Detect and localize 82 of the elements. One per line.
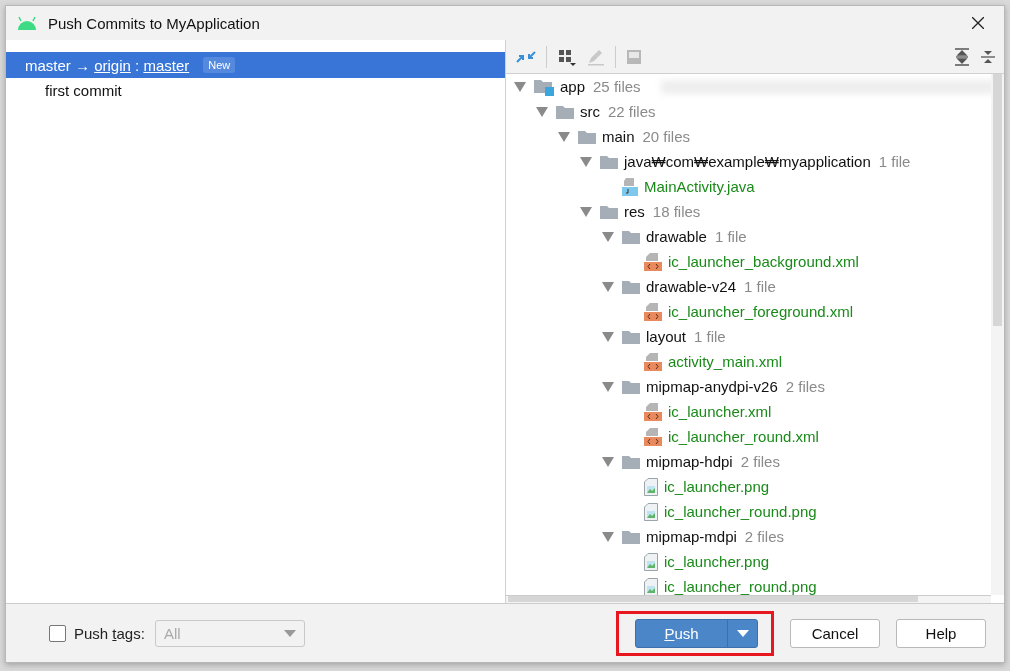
folder-name[interactable]: java₩com₩example₩myapplication xyxy=(624,153,871,170)
folder-name[interactable]: src xyxy=(580,103,600,120)
file-count: 1 file xyxy=(694,328,726,345)
file-name[interactable]: ic_launcher_round.xml xyxy=(668,428,819,445)
image-file-icon xyxy=(644,502,658,521)
folder-icon xyxy=(578,128,596,145)
file-count: 18 files xyxy=(652,203,701,220)
expanded-arrow-icon[interactable] xyxy=(514,81,526,92)
file-count: 1 file xyxy=(744,278,776,295)
horizontal-scrollbar[interactable] xyxy=(506,595,991,603)
file-count: 1 file xyxy=(878,153,911,170)
file-name[interactable]: ic_launcher.png xyxy=(664,478,770,495)
folder-name[interactable]: app xyxy=(560,78,586,95)
folder-icon xyxy=(622,378,640,395)
close-icon[interactable] xyxy=(972,17,984,29)
module-folder-icon xyxy=(534,77,554,96)
android-icon xyxy=(16,16,38,30)
window-title: Push Commits to MyApplication xyxy=(48,14,260,32)
caret-icon xyxy=(283,629,296,637)
file-count: 22 files xyxy=(608,103,656,120)
xml-file-icon xyxy=(644,352,662,371)
expanded-arrow-icon[interactable] xyxy=(602,456,614,467)
file-count: 20 files xyxy=(642,128,691,145)
file-name[interactable]: ic_launcher.png xyxy=(664,553,770,570)
folder-name[interactable]: mipmap-hdpi xyxy=(646,453,733,470)
xml-file-icon xyxy=(644,302,662,321)
folder-icon xyxy=(600,203,618,220)
commit-item[interactable]: first commit xyxy=(6,78,505,102)
folder-name[interactable]: main xyxy=(602,128,635,145)
expanded-arrow-icon[interactable] xyxy=(602,281,614,292)
file-name[interactable]: ic_launcher_foreground.xml xyxy=(668,303,854,320)
file-count: 2 files xyxy=(785,378,825,395)
vertical-scrollbar[interactable] xyxy=(991,74,1004,595)
xml-file-icon xyxy=(644,427,662,446)
file-name[interactable]: ic_launcher_round.png xyxy=(664,578,817,595)
folder-icon xyxy=(622,453,640,470)
file-name[interactable]: ic_launcher_background.xml xyxy=(668,253,859,270)
panel-icon[interactable] xyxy=(626,48,642,65)
expanded-arrow-icon[interactable] xyxy=(602,381,614,392)
expanded-arrow-icon[interactable] xyxy=(602,231,614,242)
folder-name[interactable]: mipmap-anydpi-v26 xyxy=(646,378,778,395)
expanded-arrow-icon[interactable] xyxy=(602,331,614,342)
file-name[interactable]: activity_main.xml xyxy=(668,353,783,370)
image-file-icon xyxy=(644,477,658,496)
push-button[interactable]: Push xyxy=(635,618,758,648)
dialog-button[interactable]: Help xyxy=(896,618,986,648)
new-badge: New xyxy=(203,57,236,73)
file-name[interactable]: MainActivity.java xyxy=(644,178,755,195)
folder-icon xyxy=(622,228,640,245)
folder-icon xyxy=(622,328,640,345)
folder-icon xyxy=(600,153,618,170)
file-count: 2 files xyxy=(740,453,780,470)
folder-name[interactable]: drawable-v24 xyxy=(646,278,737,295)
file-count: 25 files xyxy=(593,78,641,95)
folder-name[interactable]: layout xyxy=(646,328,687,345)
xml-file-icon xyxy=(644,402,662,421)
file-count: 2 files xyxy=(744,528,785,545)
expanded-arrow-icon[interactable] xyxy=(558,131,570,142)
image-file-icon xyxy=(644,577,658,596)
file-name[interactable]: ic_launcher.xml xyxy=(668,403,772,420)
folder-icon xyxy=(622,528,640,545)
file-count: 1 file xyxy=(714,228,747,245)
folder-name[interactable]: res xyxy=(624,203,645,220)
branch-label: master → origin : master xyxy=(25,56,190,74)
expand-all-icon[interactable] xyxy=(954,47,970,66)
folder-name[interactable]: drawable xyxy=(646,228,707,245)
expanded-arrow-icon[interactable] xyxy=(580,206,592,217)
java-file-icon xyxy=(622,177,638,196)
dialog-button[interactable]: Cancel xyxy=(790,618,880,648)
folder-name[interactable]: mipmap-mdpi xyxy=(646,528,737,545)
caret-icon[interactable] xyxy=(736,629,749,637)
branch-row[interactable]: master → origin : master New xyxy=(6,52,505,78)
expanded-arrow-icon[interactable] xyxy=(536,106,548,117)
folder-icon xyxy=(622,278,640,295)
expanded-arrow-icon[interactable] xyxy=(602,531,614,542)
image-file-icon xyxy=(644,552,658,571)
folder-icon xyxy=(556,103,574,120)
xml-file-icon xyxy=(644,252,662,271)
push-tags-label: Push tags: xyxy=(74,624,145,642)
expanded-arrow-icon[interactable] xyxy=(580,156,592,167)
file-name[interactable]: ic_launcher_round.png xyxy=(664,503,817,520)
arrows-inward-icon[interactable] xyxy=(516,48,536,65)
